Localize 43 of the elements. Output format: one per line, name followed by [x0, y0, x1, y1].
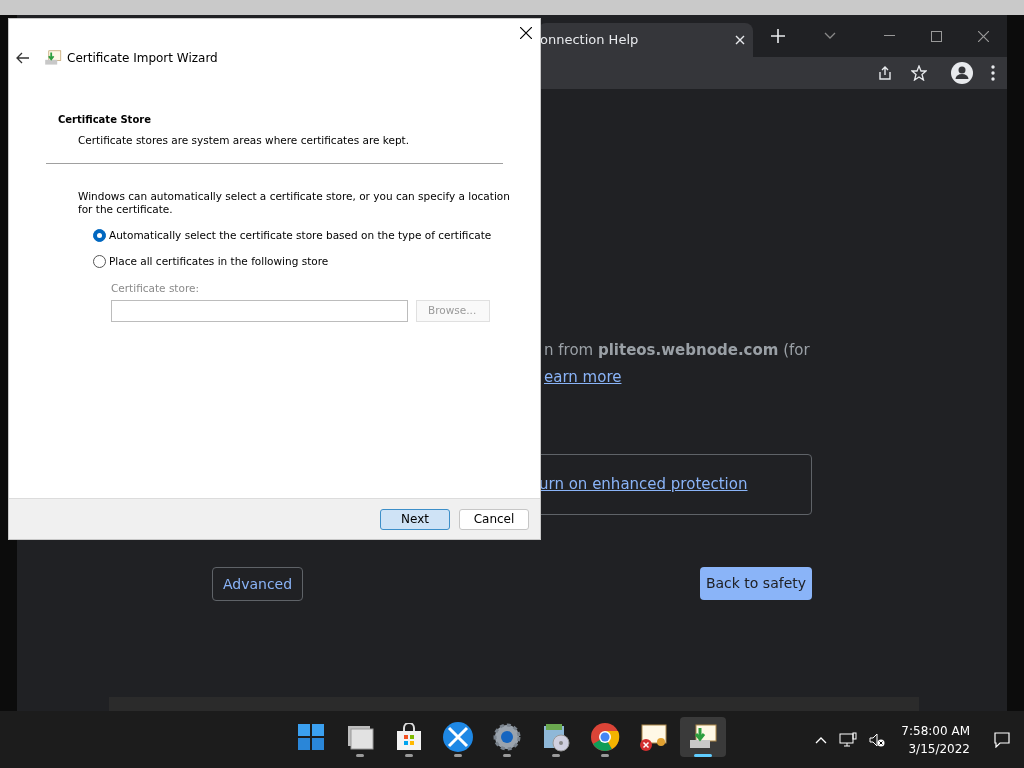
taskbar-app[interactable] — [680, 717, 726, 757]
close-tab-icon[interactable] — [735, 35, 745, 45]
radio-button[interactable] — [93, 254, 106, 268]
dialog-button[interactable]: Cancel — [459, 508, 529, 530]
minimize-icon[interactable] — [884, 35, 895, 37]
share-icon[interactable] — [877, 65, 893, 81]
back-arrow-icon[interactable] — [16, 52, 30, 64]
radio-button[interactable] — [93, 229, 106, 243]
speaker-muted-icon[interactable] — [869, 732, 886, 748]
store-option[interactable]: Automatically select the certificate store based on the type of certificate — [93, 227, 492, 244]
installer-box-icon — [541, 722, 571, 752]
back-to-safety-button[interactable]: Back to safety — [700, 567, 812, 600]
shopping-bag-icon — [395, 723, 423, 751]
dialog-title: Certificate Import Wizard — [67, 50, 218, 67]
network-icon[interactable] — [839, 732, 858, 748]
tab-search-icon[interactable] — [824, 32, 836, 40]
store-field-label: Certificate store: — [111, 281, 200, 297]
instructions-text: Windows can automatically select a certificate store, or you can specify a location for the certificate. — [78, 189, 510, 216]
store-option[interactable]: Place all certificates in the following store — [93, 253, 329, 270]
section-heading: Certificate Store — [58, 113, 152, 127]
learn-more-link[interactable]: earn more — [544, 365, 622, 388]
maximize-icon[interactable] — [931, 30, 942, 42]
close-icon[interactable] — [520, 27, 532, 39]
gear-icon — [493, 723, 521, 751]
profile-icon[interactable] — [951, 62, 973, 84]
windows-logo-icon — [298, 724, 324, 750]
star-icon[interactable] — [911, 65, 927, 81]
chrome-browser-icon — [590, 722, 620, 752]
notifications-icon[interactable] — [994, 732, 1010, 748]
dialog-button[interactable]: Next — [380, 508, 450, 530]
clock-date: 3/15/2022 — [908, 741, 970, 758]
section-description: Certificate stores are system areas where certificates are kept. — [78, 133, 411, 148]
advanced-button[interactable]: Advanced — [212, 567, 303, 601]
certificate-error-icon — [639, 722, 669, 752]
new-tab-icon[interactable] — [771, 29, 785, 43]
certificate-store-field[interactable] — [111, 300, 408, 322]
folder-icon — [346, 724, 374, 750]
certificate-import-icon — [44, 49, 62, 67]
warning-text: n from pliteos.webnode.com (for — [544, 340, 811, 361]
browser-tab[interactable]: onnection Help — [538, 23, 753, 57]
menu-icon[interactable] — [991, 65, 995, 81]
chevron-up-icon[interactable] — [815, 736, 828, 744]
clock-time: 7:58:00 AM — [901, 723, 970, 740]
